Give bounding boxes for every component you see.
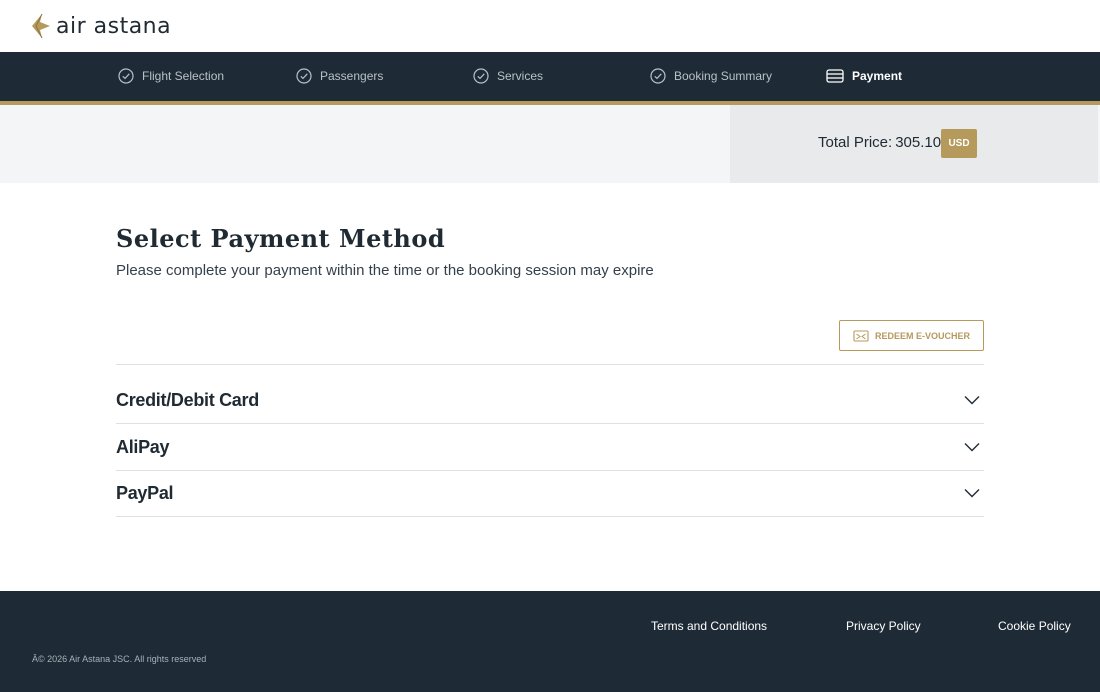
top-header: air astana <box>0 0 1100 52</box>
check-circle-icon <box>650 68 666 84</box>
copyright-text: Â© 2026 Air Astana JSC. All rights reser… <box>32 654 207 664</box>
terms-and-conditions-link[interactable]: Terms and Conditions <box>651 619 767 633</box>
payment-method-alipay[interactable]: AliPay <box>116 424 984 471</box>
redeem-e-voucher-button[interactable]: REDEEM E-VOUCHER <box>839 320 984 351</box>
step-booking-summary[interactable]: Booking Summary <box>650 68 772 84</box>
total-price-label: Total Price: <box>818 134 893 151</box>
total-price: Total Price: 305.10 <box>815 134 941 151</box>
step-label: Booking Summary <box>674 69 773 83</box>
air-astana-wing-logo-icon <box>32 13 50 39</box>
method-label: PayPal <box>116 482 174 503</box>
air-astana-logo[interactable]: air astana <box>28 12 171 40</box>
privacy-policy-link[interactable]: Privacy Policy <box>846 619 921 633</box>
methods-divider <box>116 364 984 365</box>
wallet-icon <box>826 69 844 83</box>
cookie-policy-link[interactable]: Cookie Policy <box>998 619 1071 633</box>
check-circle-icon <box>473 68 489 84</box>
step-flight-selection[interactable]: Flight Selection <box>118 68 224 84</box>
step-label: Payment <box>852 69 903 83</box>
page-title: Select Payment Method <box>116 224 446 253</box>
logo-text: air astana <box>56 13 172 39</box>
step-label: Services <box>497 69 544 83</box>
chevron-down-icon <box>964 396 980 405</box>
voucher-icon <box>853 329 869 342</box>
step-passengers[interactable]: Passengers <box>296 68 383 84</box>
voucher-label: REDEEM E-VOUCHER <box>874 330 970 341</box>
method-label: AliPay <box>116 436 170 457</box>
step-label: Flight Selection <box>142 69 225 83</box>
step-services[interactable]: Services <box>473 68 543 84</box>
currency-button[interactable]: USD <box>941 129 977 158</box>
check-circle-icon <box>118 68 134 84</box>
step-payment[interactable]: Payment <box>826 68 902 84</box>
page-footer: Terms and Conditions Privacy Policy Cook… <box>0 591 1100 692</box>
payment-method-paypal[interactable]: PayPal <box>116 470 984 517</box>
check-circle-icon <box>296 68 312 84</box>
total-price-value: 305.10 <box>895 134 942 151</box>
page-subtitle: Please complete your payment within the … <box>116 262 654 279</box>
chevron-down-icon <box>964 443 980 452</box>
step-label: Passengers <box>320 69 384 83</box>
chevron-down-icon <box>964 489 980 498</box>
booking-steps-nav: Flight Selection Passengers Services Boo… <box>0 52 1100 101</box>
payment-method-credit-card[interactable]: Credit/Debit Card <box>116 377 984 424</box>
method-label: Credit/Debit Card <box>116 389 259 410</box>
